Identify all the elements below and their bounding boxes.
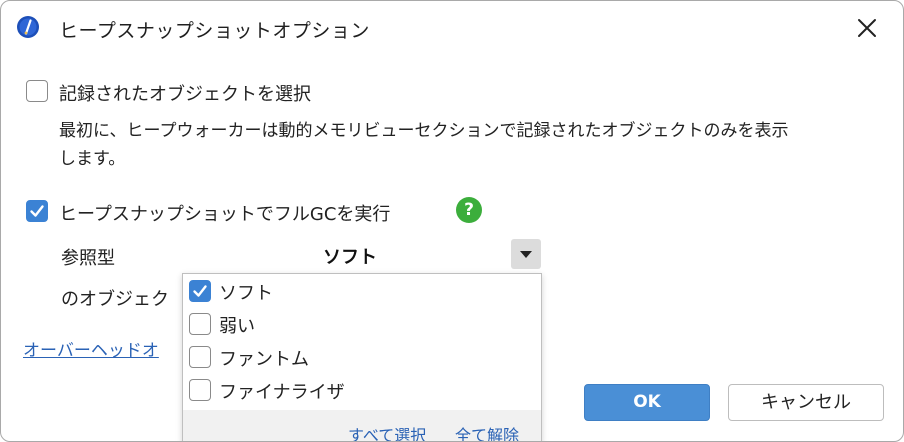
dialog-title: ヒープスナップショットオプション — [59, 20, 370, 42]
ok-button[interactable]: OK — [584, 384, 710, 421]
dropdown-footer: すべて選択 全て解除 — [183, 410, 541, 441]
dropdown-item-weak[interactable]: 弱い — [183, 309, 541, 341]
dropdown-item-label: ソフト — [219, 283, 273, 304]
phantom-checkbox[interactable] — [189, 346, 211, 368]
recorded-objects-checkbox[interactable] — [26, 80, 48, 102]
deselect-all-link[interactable]: 全て解除 — [455, 422, 519, 441]
dropdown-item-label: 弱い — [219, 316, 255, 337]
recorded-objects-label: 記録されたオブジェクトを選択 — [59, 84, 311, 105]
checkmark-icon — [30, 205, 44, 217]
dropdown-item-label: ファイナライザ — [219, 382, 345, 403]
dropdown-item-soft[interactable]: ソフト — [183, 276, 541, 308]
close-icon[interactable] — [851, 13, 883, 43]
full-gc-checkbox[interactable] — [26, 200, 48, 222]
dropdown-item-finalizer[interactable]: ファイナライザ — [183, 375, 541, 407]
weak-checkbox[interactable] — [189, 313, 211, 335]
select-all-link[interactable]: すべて選択 — [348, 422, 426, 441]
checkmark-icon — [193, 285, 207, 297]
profiler-app-icon — [16, 15, 40, 39]
objects-label: のオブジェク — [61, 289, 169, 310]
heap-snapshot-options-dialog: ヒープスナップショットオプション 記録されたオブジェクトを選択 最初に、ヒープウ… — [0, 0, 904, 442]
cancel-button[interactable]: キャンセル — [728, 384, 884, 421]
full-gc-label: ヒープスナップショットでフルGCを実行 — [59, 204, 391, 225]
reference-type-selected-value[interactable]: ソフト — [323, 243, 377, 269]
dropdown-item-label: ファントム — [219, 349, 309, 370]
reference-type-label: 参照型 — [61, 248, 115, 269]
title-bar: ヒープスナップショットオプション — [1, 1, 903, 55]
reference-type-dropdown: ソフト 弱い ファントム ファイナライザ すべて選択 全て解除 — [182, 273, 542, 441]
finalizer-checkbox[interactable] — [189, 379, 211, 401]
dropdown-item-phantom[interactable]: ファントム — [183, 342, 541, 374]
help-icon[interactable]: ? — [456, 197, 482, 223]
soft-checkbox[interactable] — [189, 280, 211, 302]
chevron-down-icon[interactable] — [511, 239, 541, 269]
recorded-objects-description-line1: 最初に、ヒープウォーカーは動的メモリビューセクションで記録されたオブジェクトのみ… — [59, 121, 789, 141]
overhead-link[interactable]: オーバーヘッドオ — [23, 336, 159, 361]
recorded-objects-description-line2: します。 — [59, 149, 126, 169]
